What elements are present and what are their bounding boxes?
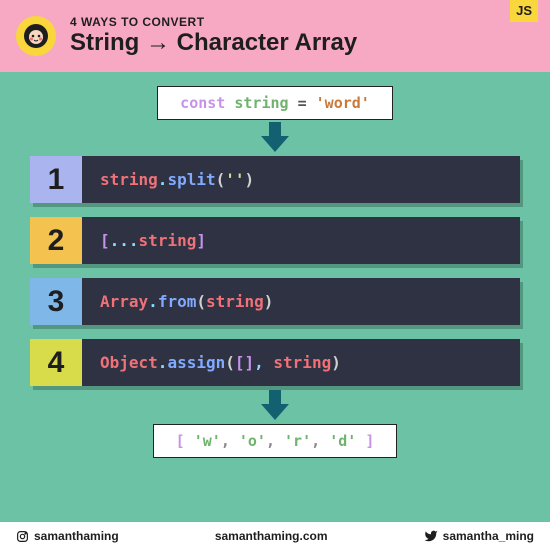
output-comma: , — [221, 432, 230, 450]
twitter-handle: samantha_ming — [424, 529, 534, 543]
output-comma: , — [311, 432, 320, 450]
avatar — [16, 16, 56, 56]
output-token: 'w' — [194, 432, 221, 450]
twitter-text: samantha_ming — [443, 529, 534, 543]
content: const string = 'word' 1string.split('')2… — [0, 72, 550, 458]
method-code: [...string] — [82, 217, 520, 264]
method-row: 3Array.from(string) — [30, 278, 520, 325]
code-token: '' — [225, 170, 244, 189]
website-text: samanthaming.com — [215, 529, 328, 543]
output-code-box: [ 'w', 'o', 'r', 'd' ] — [153, 424, 398, 458]
code-token: ) — [331, 353, 341, 372]
code-token: assign — [167, 353, 225, 372]
code-token: split — [167, 170, 215, 189]
output-token: 'o' — [239, 432, 266, 450]
output-comma: , — [266, 432, 275, 450]
token-variable: string — [234, 94, 288, 112]
method-number: 3 — [30, 278, 82, 325]
code-token: ] — [196, 231, 206, 250]
footer: samanthaming samanthaming.com samantha_m… — [0, 522, 550, 550]
arrow-down-icon — [261, 390, 289, 420]
code-token: ( — [216, 170, 226, 189]
arrow-down-icon — [261, 122, 289, 152]
instagram-handle: samanthaming — [16, 529, 119, 543]
code-token: Array — [100, 292, 148, 311]
output-token: 'd' — [329, 432, 356, 450]
code-token: [ — [100, 231, 110, 250]
code-token: , — [254, 353, 273, 372]
website-link: samanthaming.com — [215, 529, 328, 543]
code-token: ) — [264, 292, 274, 311]
output-token: 'r' — [284, 432, 311, 450]
token-string: 'word' — [316, 94, 370, 112]
method-row: 4Object.assign([], string) — [30, 339, 520, 386]
js-badge: JS — [510, 0, 538, 22]
header: 4 WAYS TO CONVERT String → Character Arr… — [0, 0, 550, 72]
method-number: 1 — [30, 156, 82, 203]
methods-list: 1string.split('')2[...string]3Array.from… — [30, 156, 520, 400]
token-bracket: [ — [176, 432, 185, 450]
method-row: 2[...string] — [30, 217, 520, 264]
code-token: [] — [235, 353, 254, 372]
instagram-text: samanthaming — [34, 529, 119, 543]
header-subtitle: 4 WAYS TO CONVERT — [70, 15, 357, 29]
instagram-icon — [16, 530, 29, 543]
code-token: string — [139, 231, 197, 250]
code-token: string — [273, 353, 331, 372]
code-token: from — [158, 292, 197, 311]
token-equals: = — [298, 94, 307, 112]
method-code: string.split('') — [82, 156, 520, 203]
method-code: Object.assign([], string) — [82, 339, 520, 386]
token-bracket: ] — [365, 432, 374, 450]
twitter-icon — [424, 529, 438, 543]
code-token: ( — [196, 292, 206, 311]
method-number: 2 — [30, 217, 82, 264]
code-token: ) — [245, 170, 255, 189]
code-token: ( — [225, 353, 235, 372]
input-code-box: const string = 'word' — [157, 86, 393, 120]
code-token: . — [158, 170, 168, 189]
method-code: Array.from(string) — [82, 278, 520, 325]
method-number: 4 — [30, 339, 82, 386]
code-token: . — [148, 292, 158, 311]
code-token: Object — [100, 353, 158, 372]
header-title: String → Character Array — [70, 29, 357, 57]
code-token: string — [206, 292, 264, 311]
code-token: . — [158, 353, 168, 372]
method-row: 1string.split('') — [30, 156, 520, 203]
token-keyword: const — [180, 94, 225, 112]
code-token: ... — [110, 231, 139, 250]
code-token: string — [100, 170, 158, 189]
